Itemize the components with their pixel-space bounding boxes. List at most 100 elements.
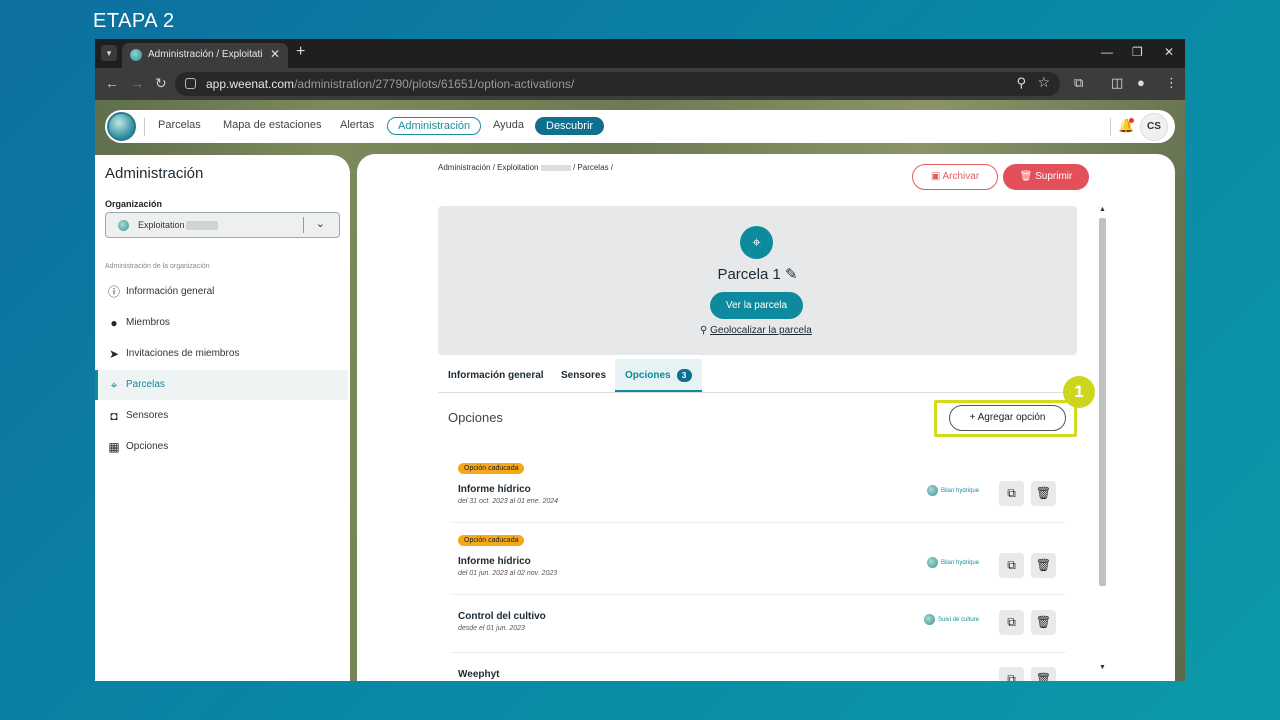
nav-mapa-estaciones[interactable]: Mapa de estaciones: [223, 119, 321, 131]
redacted-text: [186, 221, 218, 230]
view-plot-button[interactable]: Ver la parcela: [710, 292, 803, 319]
breadcrumb-parcelas[interactable]: Parcelas: [577, 163, 608, 172]
open-external-icon[interactable]: ⧉: [999, 667, 1024, 681]
options-count-badge: 3: [676, 369, 692, 382]
user-avatar[interactable]: CS: [1140, 113, 1168, 141]
window-close-icon[interactable]: ✕: [1164, 45, 1174, 59]
forward-icon[interactable]: →: [130, 75, 144, 91]
sidebar-section-label: Administración de la organización: [105, 263, 210, 270]
scrollbar-thumb[interactable]: [1099, 218, 1106, 586]
trash-icon[interactable]: 🗑: [1031, 481, 1056, 506]
archive-button[interactable]: ▣ Archivar: [912, 164, 998, 190]
nav-alertas[interactable]: Alertas: [340, 119, 374, 131]
option-tag: Bilan hydrique: [941, 488, 980, 495]
option-row: Weephyt ⧉ 🗑: [450, 666, 1066, 681]
back-icon[interactable]: ←: [105, 75, 119, 91]
nav-parcelas[interactable]: Parcelas: [158, 119, 201, 131]
profile-icon[interactable]: ●: [1137, 75, 1145, 90]
tab-sensores[interactable]: Sensores: [551, 359, 616, 392]
tag-logo-icon: [927, 485, 938, 496]
scroll-up-icon[interactable]: ▲: [1099, 206, 1106, 213]
url-host: app.weenat.com: [206, 77, 295, 91]
discover-button[interactable]: Descubrir: [535, 117, 605, 135]
zoom-icon[interactable]: ⚲: [1016, 75, 1026, 91]
sidebar-title: Administración: [105, 165, 204, 182]
delete-button[interactable]: 🗑 Suprimir: [1003, 164, 1089, 190]
tab-title: Administración / Exploitation S: [148, 49, 262, 60]
sidebar-item-informacion-general[interactable]: ⓘ Información general: [95, 277, 348, 307]
tag-logo-icon: [924, 614, 935, 625]
tab-informacion-general[interactable]: Información general: [438, 359, 554, 392]
browser-menu-icon[interactable]: ⋮: [1165, 75, 1178, 91]
breadcrumb-exploitation[interactable]: Exploitation: [497, 163, 538, 172]
option-name: Control del cultivo: [458, 611, 546, 622]
org-icon: [118, 220, 129, 231]
extensions-icon[interactable]: ⧉: [1074, 75, 1083, 91]
tab-opciones-label: Opciones: [625, 370, 671, 381]
tab-search-icon[interactable]: ▾: [101, 45, 117, 61]
location-pin-icon: ⚲: [700, 325, 708, 336]
trash-icon[interactable]: 🗑: [1031, 667, 1056, 681]
tab-close-icon[interactable]: ✕: [270, 47, 280, 61]
active-indicator: [95, 370, 98, 400]
sidebar-item-miembros[interactable]: ● Miembros: [95, 308, 348, 338]
expired-badge: Opción caducada: [458, 535, 525, 546]
option-row: Control del cultivo desde el 01 jun. 202…: [450, 605, 1066, 653]
main-panel: Administración / Exploitation / Parcelas…: [357, 154, 1175, 681]
new-tab-icon[interactable]: +: [296, 43, 305, 61]
sidebar-item-opciones[interactable]: ▦ Opciones: [95, 432, 348, 462]
step-number-badge: 1: [1063, 376, 1095, 408]
tab-opciones[interactable]: Opciones 3: [615, 359, 702, 392]
sidebar-item-invitaciones[interactable]: ➤ Invitaciones de miembros: [95, 339, 348, 369]
reload-icon[interactable]: ↻: [155, 75, 167, 92]
person-icon: ●: [110, 316, 118, 330]
step-label: ETAPA 2: [93, 10, 175, 32]
trash-icon[interactable]: 🗑: [1031, 610, 1056, 635]
url-field[interactable]: app.weenat.com/administration/27790/plot…: [175, 72, 1060, 96]
admin-sidebar: Administración Organización Exploitation…: [95, 155, 350, 681]
address-bar-row: ← → ↻ app.weenat.com/administration/2779…: [95, 68, 1185, 100]
open-external-icon[interactable]: ⧉: [999, 553, 1024, 578]
sidebar-item-label: Miembros: [126, 317, 170, 328]
browser-tab[interactable]: Administración / Exploitation S ✕: [122, 43, 288, 68]
restore-icon[interactable]: ❐: [1132, 45, 1143, 59]
options-section-title: Opciones: [448, 410, 503, 425]
weenat-logo[interactable]: [107, 112, 136, 141]
url-path: /administration/27790/plots/61651/option…: [294, 77, 575, 91]
option-name: Informe hídrico: [458, 556, 531, 567]
app-viewport: Parcelas Mapa de estaciones Alertas Admi…: [95, 100, 1185, 681]
scroll-down-icon[interactable]: ▼: [1099, 664, 1106, 671]
option-dates: del 31 oct. 2023 al 01 ene. 2024: [458, 498, 559, 505]
plot-name: Parcela 1: [717, 266, 781, 283]
nav-ayuda[interactable]: Ayuda: [493, 119, 524, 131]
sidebar-item-sensores[interactable]: ◘ Sensores: [95, 401, 348, 431]
scrollbar[interactable]: ▲ ▼: [1097, 206, 1108, 676]
sensor-icon: ◘: [110, 409, 118, 423]
nav-divider-right: [1110, 118, 1111, 136]
site-info-icon[interactable]: [185, 78, 196, 89]
tab-bar: ▾ Administración / Exploitation S ✕ + — …: [95, 39, 1185, 68]
side-panel-icon[interactable]: ◫: [1111, 75, 1123, 91]
minimize-icon[interactable]: —: [1101, 45, 1113, 59]
info-icon: ⓘ: [107, 285, 120, 299]
trash-icon[interactable]: 🗑: [1031, 553, 1056, 578]
geolocate-link[interactable]: Geolocalizar la parcela: [710, 325, 812, 336]
edit-pencil-icon[interactable]: ✎: [785, 266, 798, 283]
sidebar-item-parcelas[interactable]: ⌖ Parcelas: [95, 370, 348, 400]
chevron-down-icon[interactable]: ⌄: [316, 217, 325, 230]
open-external-icon[interactable]: ⧉: [999, 610, 1024, 635]
trash-icon: 🗑: [1019, 171, 1033, 182]
open-external-icon[interactable]: ⧉: [999, 481, 1024, 506]
site-favicon-icon: [130, 49, 142, 61]
option-name: Informe hídrico: [458, 484, 531, 495]
notification-dot: [1129, 118, 1134, 123]
option-tag: Suivi de culture: [938, 617, 980, 624]
nav-administracion[interactable]: Administración: [387, 117, 482, 135]
archive-label: Archivar: [942, 171, 980, 182]
bookmark-star-icon[interactable]: ☆: [1037, 74, 1050, 91]
plot-pin-icon: ⌖: [110, 378, 118, 392]
option-dates: del 01 jun. 2023 al 02 nov. 2023: [458, 570, 558, 577]
org-select[interactable]: Exploitation ⌄: [105, 212, 340, 238]
breadcrumb-administracion[interactable]: Administración: [438, 163, 490, 172]
add-option-button[interactable]: + Agregar opción: [949, 405, 1066, 431]
